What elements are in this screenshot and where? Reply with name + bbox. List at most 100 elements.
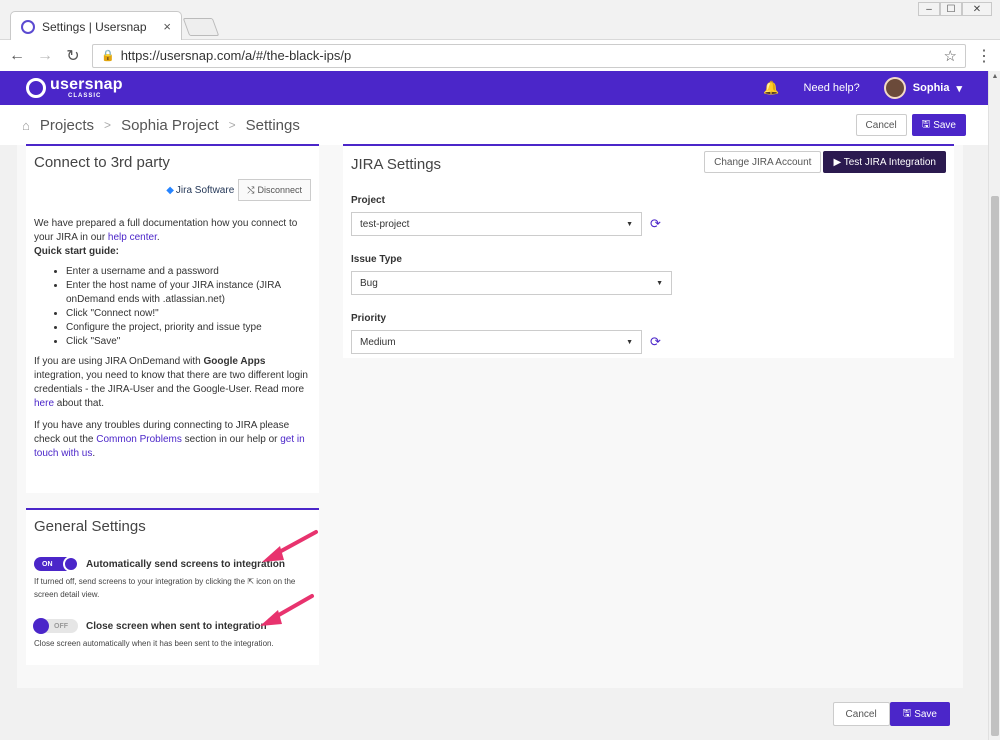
toggle-state: OFF (54, 622, 68, 630)
external-link-icon: ⇱ (247, 577, 255, 586)
browser-tab[interactable]: Settings | Usersnap × (10, 11, 182, 41)
browser-tabstrip: Settings | Usersnap × – ☐ ✕ (0, 0, 1000, 41)
minimize-button[interactable]: – (918, 2, 940, 16)
google-apps-text-3: about that. (54, 398, 105, 409)
jira-settings-title: JIRA Settings (351, 155, 442, 173)
tab-close-icon[interactable]: × (163, 19, 171, 34)
doc-intro-end: . (156, 232, 160, 243)
troubles-text-3: . (92, 448, 96, 459)
google-apps-text: If you are using JIRA OnDemand with (34, 356, 204, 367)
auto-send-help-text: If turned off, send screens to your inte… (34, 577, 248, 586)
app-header: usersnap CLASSIC 🔔 Need help? Sophia ▾ (0, 71, 988, 105)
save-button-label: Save (914, 708, 937, 720)
change-jira-account-button[interactable]: Change JIRA Account (704, 151, 822, 173)
google-apps-bold: Google Apps (203, 356, 266, 367)
close-screen-help: Close screen automatically when it has b… (34, 639, 274, 648)
caret-down-icon: ▼ (626, 220, 633, 228)
caret-down-icon: ▼ (626, 338, 633, 346)
logo-text: usersnap (50, 76, 123, 93)
disconnect-button[interactable]: ⤭ Disconnect (238, 179, 311, 201)
need-help-link[interactable]: Need help? (804, 82, 860, 94)
save-button[interactable]: 🖫 Save (911, 114, 966, 136)
floppy-disk-icon: 🖫 (921, 118, 931, 130)
save-button-bottom[interactable]: 🖫 Save (889, 702, 950, 726)
jira-logo-text: Jira Software (175, 184, 235, 196)
address-bar: ← → ↻ 🔒 https://usersnap.com/a/#/the-bla… (0, 40, 1000, 72)
save-button-label: Save (933, 119, 956, 131)
breadcrumb-projects[interactable]: Projects (40, 117, 94, 134)
troubles-text-2: section in our help or (181, 434, 281, 445)
forward-icon[interactable]: → (36, 47, 54, 65)
list-item: Click "Connect now!" (66, 307, 311, 321)
usersnap-favicon-icon (21, 19, 35, 34)
issue-type-value: Bug (360, 277, 378, 289)
list-item: Enter a username and a password (66, 265, 311, 279)
auto-send-toggle[interactable]: ON (34, 556, 79, 572)
connect-title: Connect to 3rd party (34, 154, 170, 171)
url-text: https://usersnap.com/a/#/the-black-ips/p (120, 48, 352, 63)
issue-type-label: Issue Type (351, 254, 402, 265)
cancel-button[interactable]: Cancel (855, 114, 907, 136)
close-screen-label: Close screen when sent to integration (86, 620, 267, 632)
jira-icon: ◆ (166, 184, 174, 196)
user-name: Sophia (912, 82, 950, 94)
new-tab-button[interactable] (182, 18, 220, 36)
annotation-arrow-icon (260, 594, 314, 626)
close-window-button[interactable]: ✕ (962, 2, 992, 16)
common-problems-link[interactable]: Common Problems (96, 434, 182, 445)
toggle-knob (63, 556, 79, 572)
google-apps-text-2: integration, you need to know that there… (34, 370, 308, 395)
tab-title: Settings | Usersnap (42, 19, 147, 34)
chevron-right-icon: > (228, 118, 236, 132)
jira-software-logo: ◆ Jira Software (166, 185, 234, 196)
reload-icon[interactable]: ↻ (64, 46, 82, 66)
star-icon[interactable]: ☆ (944, 47, 957, 65)
window-controls: – ☐ ✕ (918, 2, 992, 16)
home-icon[interactable]: ⌂ (22, 118, 30, 133)
auto-send-label: Automatically send screens to integratio… (86, 558, 285, 570)
list-item: Click "Save" (66, 335, 311, 349)
chevron-down-icon: ▾ (956, 82, 962, 95)
jira-settings-card: JIRA Settings Change JIRA Account ▶ Test… (343, 144, 954, 358)
breadcrumb-settings: Settings (245, 116, 300, 134)
toggle-state: ON (42, 560, 53, 568)
refresh-priority-icon[interactable]: ⟳ (650, 334, 661, 350)
list-item: Configure the project, priority and issu… (66, 321, 311, 335)
priority-select[interactable]: Medium ▼ (351, 330, 642, 354)
page-scrollbar[interactable]: ▲ (988, 71, 1000, 740)
caret-down-icon: ▼ (656, 279, 663, 287)
chevron-right-icon: > (104, 118, 112, 132)
here-link[interactable]: here (34, 398, 54, 409)
browser-menu-icon[interactable]: ⋮ (976, 46, 992, 66)
logo-subtext: CLASSIC (68, 93, 102, 99)
cancel-button-bottom[interactable]: Cancel (832, 702, 890, 726)
maximize-button[interactable]: ☐ (940, 2, 962, 16)
priority-value: Medium (360, 336, 396, 348)
help-center-link[interactable]: help center (108, 232, 157, 243)
lock-icon: 🔒 (101, 50, 115, 62)
scrollbar-thumb[interactable] (991, 196, 999, 736)
bottom-actions: Cancel 🖫 Save (832, 702, 950, 726)
project-label: Project (351, 195, 385, 206)
bell-icon[interactable]: 🔔 (763, 80, 779, 96)
breadcrumb-project[interactable]: Sophia Project (121, 117, 219, 134)
annotation-arrow-icon (262, 530, 318, 562)
breadcrumb: ⌂ Projects > Sophia Project > Settings C… (0, 105, 988, 145)
connect-third-party-card: Connect to 3rd party ◆ Jira Software ⤭ D… (26, 144, 319, 493)
refresh-projects-icon[interactable]: ⟳ (650, 216, 661, 232)
disconnect-label: Disconnect (257, 185, 302, 195)
usersnap-logo[interactable]: usersnap CLASSIC (26, 77, 123, 99)
quick-start-list: Enter a username and a password Enter th… (66, 265, 311, 349)
unlink-icon: ⤭ (247, 184, 255, 195)
close-screen-toggle[interactable]: OFF (33, 618, 78, 634)
usersnap-logo-icon (26, 78, 46, 98)
issue-type-select[interactable]: Bug ▼ (351, 271, 672, 295)
scroll-up-icon[interactable]: ▲ (989, 73, 1000, 80)
back-icon[interactable]: ← (8, 47, 26, 65)
test-jira-integration-button[interactable]: ▶ Test JIRA Integration (823, 151, 946, 173)
integration-docs: We have prepared a full documentation ho… (26, 217, 319, 461)
project-select[interactable]: test-project ▼ (351, 212, 642, 236)
doc-intro-text: We have prepared a full documentation ho… (34, 218, 298, 243)
url-input[interactable]: 🔒 https://usersnap.com/a/#/the-black-ips… (92, 43, 966, 68)
user-menu[interactable]: Sophia ▾ (883, 77, 962, 99)
